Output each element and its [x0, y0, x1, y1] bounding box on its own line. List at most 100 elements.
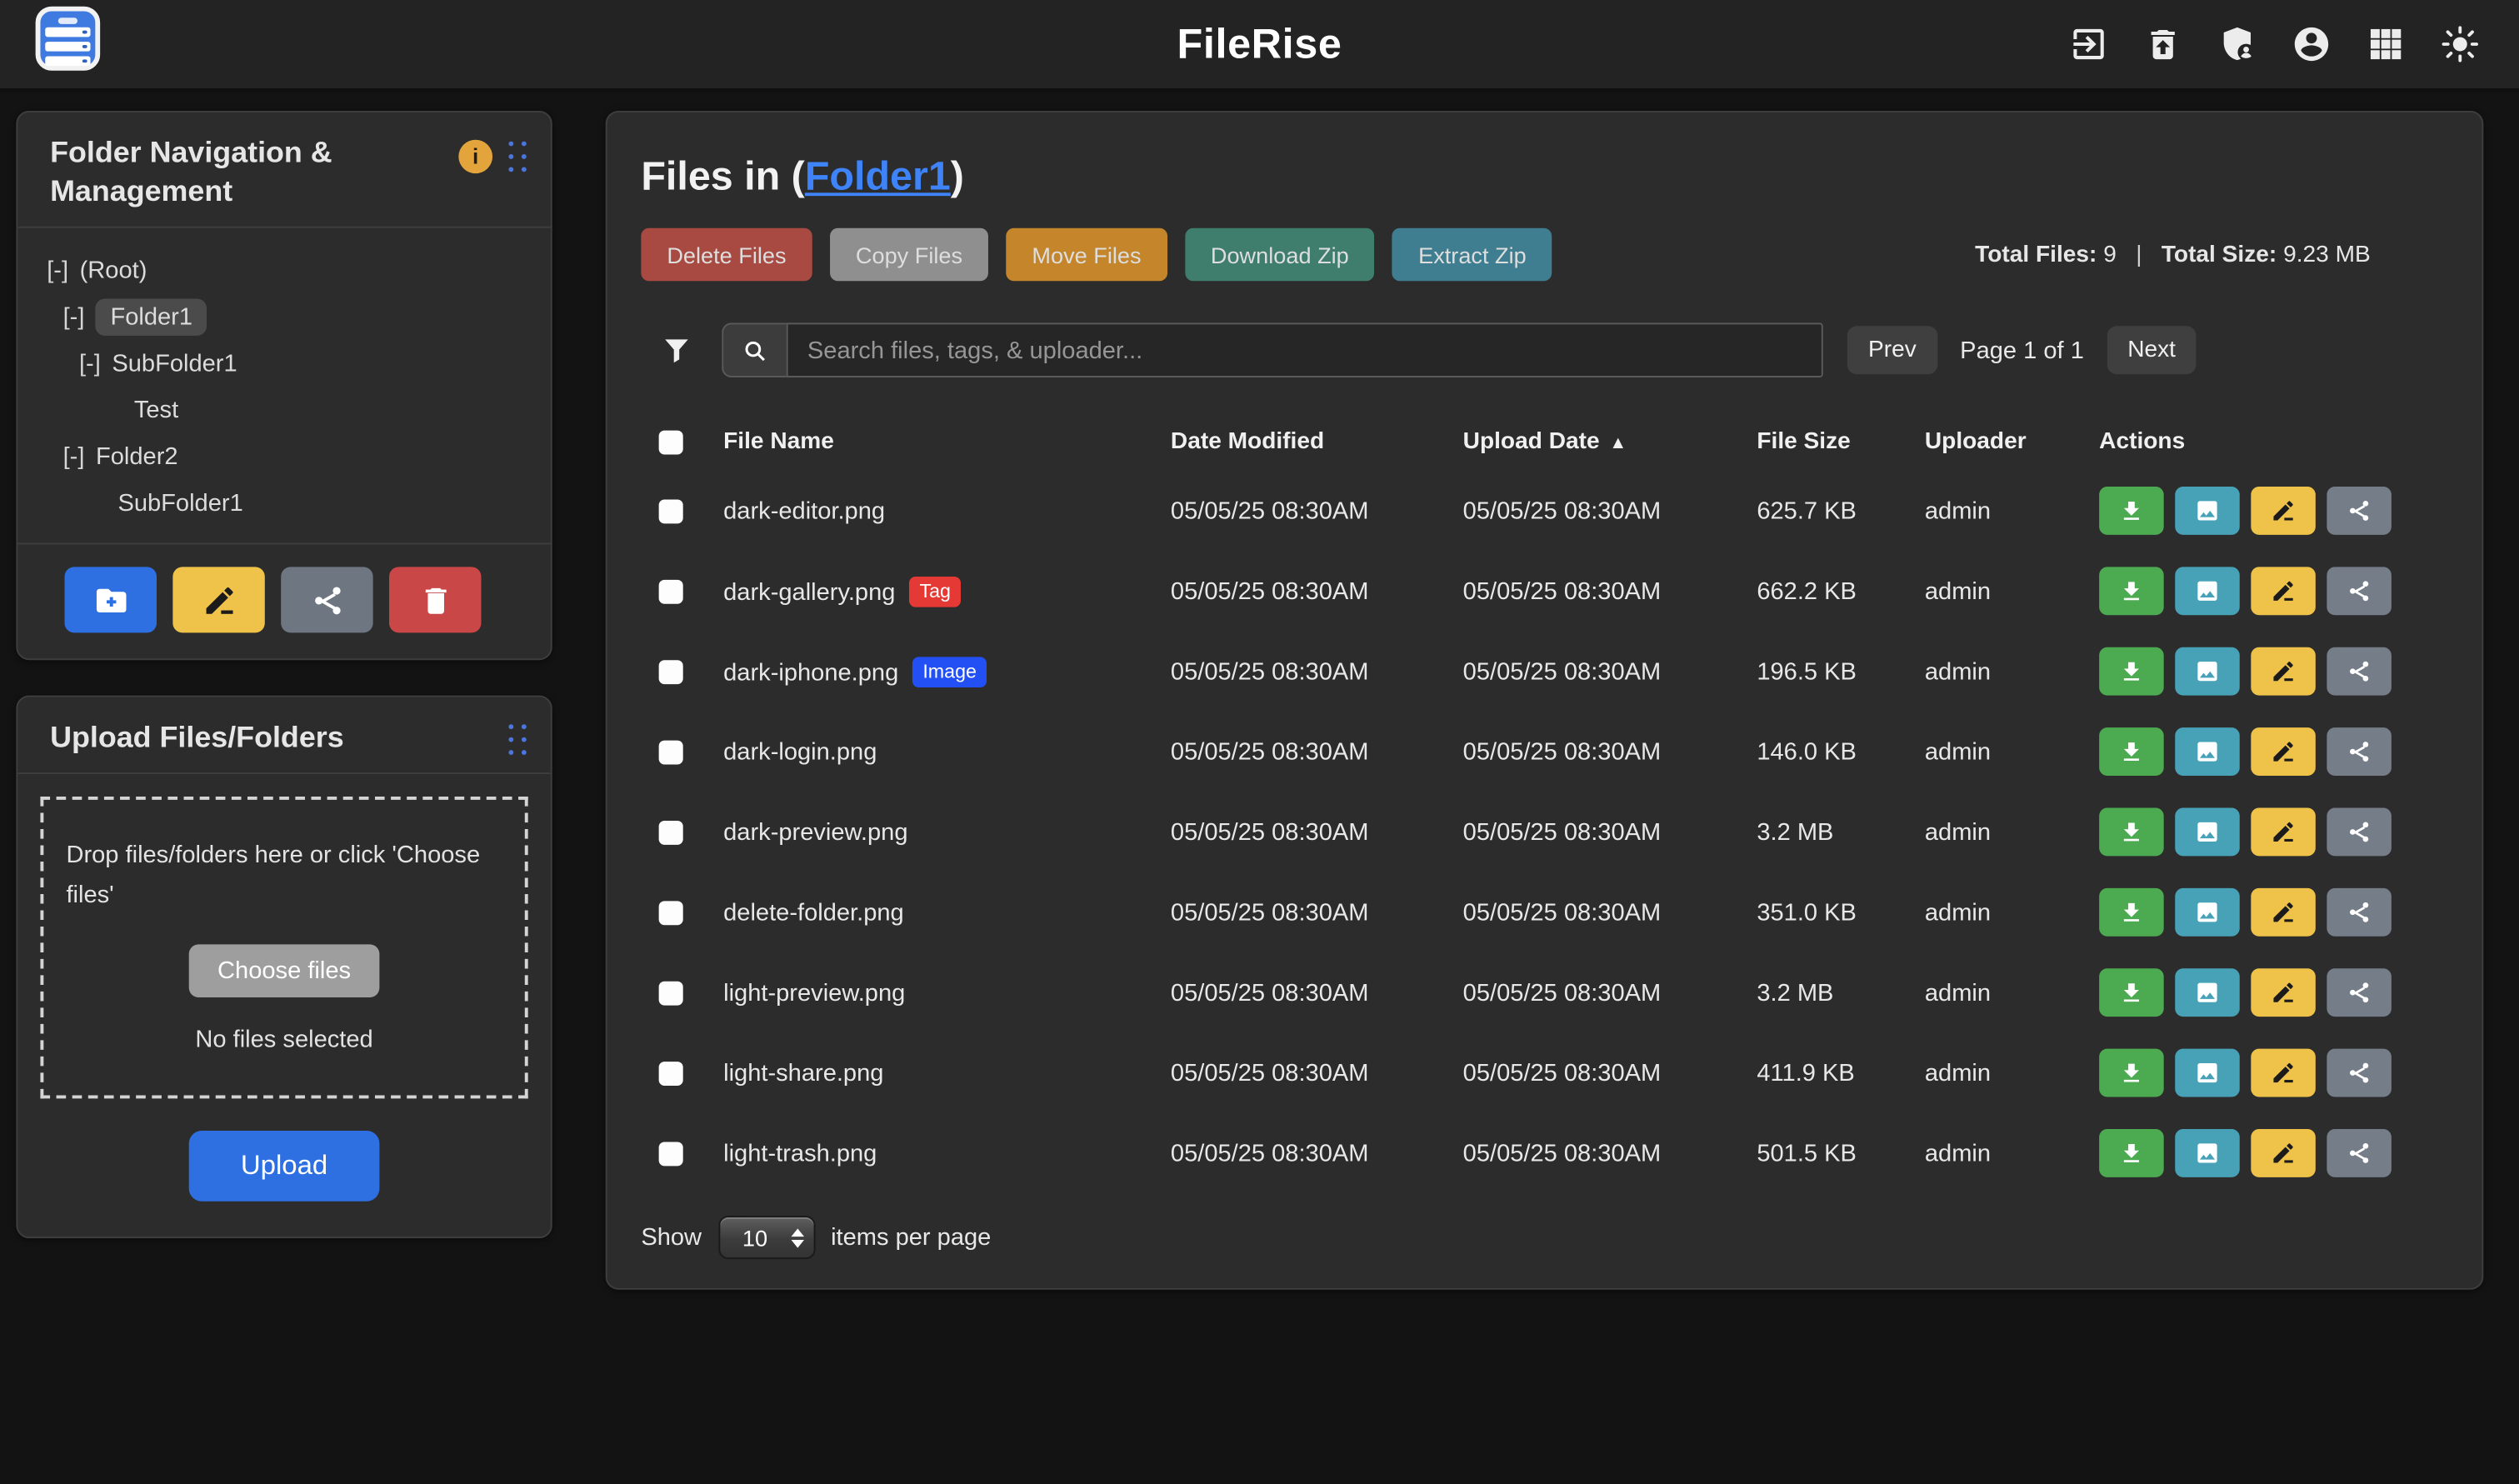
tree-item[interactable]: Test — [34, 387, 535, 434]
apps-grid-icon[interactable] — [2366, 24, 2406, 64]
restore-trash-icon[interactable] — [2142, 24, 2182, 64]
row-checkbox[interactable] — [659, 1141, 683, 1165]
rename-file-button[interactable] — [2251, 968, 2316, 1017]
preview-image-button[interactable] — [2175, 808, 2240, 857]
file-name[interactable]: light-preview.png — [723, 979, 905, 1007]
items-per-page-select[interactable]: 10 — [717, 1216, 814, 1259]
preview-image-button[interactable] — [2175, 888, 2240, 937]
extract-zip-button[interactable]: Extract Zip — [1392, 228, 1552, 282]
search-input[interactable] — [787, 322, 1823, 377]
tree-label[interactable]: SubFolder1 — [112, 350, 237, 377]
download-file-button[interactable] — [2099, 567, 2164, 615]
share-file-button[interactable] — [2327, 567, 2392, 615]
share-file-button[interactable] — [2327, 808, 2392, 857]
file-name[interactable]: dark-editor.png — [723, 497, 885, 525]
rename-file-button[interactable] — [2251, 808, 2316, 857]
preview-image-button[interactable] — [2175, 487, 2240, 535]
rename-file-button[interactable] — [2251, 888, 2316, 937]
row-checkbox[interactable] — [659, 740, 683, 764]
select-all-checkbox[interactable] — [659, 430, 683, 454]
tree-item[interactable]: [-] (Root) — [34, 247, 535, 294]
download-file-button[interactable] — [2099, 1049, 2164, 1097]
share-file-button[interactable] — [2327, 647, 2392, 696]
preview-image-button[interactable] — [2175, 1049, 2240, 1097]
row-checkbox[interactable] — [659, 1061, 683, 1085]
tree-toggle[interactable]: [-] — [63, 303, 85, 331]
preview-image-button[interactable] — [2175, 647, 2240, 696]
column-header[interactable]: Actions — [2099, 429, 2448, 455]
search-icon[interactable] — [722, 322, 787, 377]
preview-image-button[interactable] — [2175, 968, 2240, 1017]
move-files-button[interactable]: Move Files — [1006, 228, 1167, 282]
rename-folder-button[interactable] — [172, 567, 264, 632]
download-file-button[interactable] — [2099, 647, 2164, 696]
column-header[interactable]: File Name — [723, 429, 1171, 455]
row-checkbox[interactable] — [659, 659, 683, 683]
tree-item[interactable]: [-] Folder2 — [34, 433, 535, 480]
dropzone[interactable]: Drop files/folders here or click 'Choose… — [40, 797, 527, 1098]
current-folder-link[interactable]: Folder1 — [805, 154, 951, 199]
tree-item[interactable]: [-] SubFolder1 — [34, 341, 535, 387]
row-checkbox[interactable] — [659, 900, 683, 924]
file-name[interactable]: light-trash.png — [723, 1140, 877, 1167]
filter-icon[interactable] — [661, 334, 693, 367]
tree-item[interactable]: SubFolder1 — [34, 480, 535, 527]
rename-file-button[interactable] — [2251, 1129, 2316, 1177]
admin-shield-icon[interactable] — [2217, 24, 2257, 64]
row-checkbox[interactable] — [659, 981, 683, 1005]
preview-image-button[interactable] — [2175, 567, 2240, 615]
tree-label[interactable]: Folder2 — [96, 443, 178, 471]
share-file-button[interactable] — [2327, 1049, 2392, 1097]
create-folder-button[interactable] — [65, 567, 157, 632]
rename-file-button[interactable] — [2251, 1049, 2316, 1097]
upload-button[interactable]: Upload — [189, 1131, 379, 1202]
download-file-button[interactable] — [2099, 727, 2164, 776]
rename-file-button[interactable] — [2251, 647, 2316, 696]
file-name[interactable]: dark-iphone.png — [723, 658, 898, 686]
info-icon[interactable]: i — [458, 140, 492, 173]
tree-toggle[interactable]: [-] — [63, 443, 85, 471]
exit-to-app-icon[interactable] — [2068, 24, 2108, 64]
tree-toggle[interactable]: [-] — [79, 350, 101, 377]
download-file-button[interactable] — [2099, 808, 2164, 857]
rename-file-button[interactable] — [2251, 487, 2316, 535]
theme-sun-icon[interactable] — [2440, 24, 2480, 64]
download-file-button[interactable] — [2099, 1129, 2164, 1177]
share-file-button[interactable] — [2327, 487, 2392, 535]
tree-label[interactable]: Test — [134, 397, 178, 424]
tree-label[interactable]: SubFolder1 — [117, 490, 242, 517]
file-name[interactable]: dark-preview.png — [723, 818, 907, 846]
drag-handle-icon[interactable] — [508, 724, 527, 757]
column-header[interactable]: Uploader — [1925, 429, 2099, 455]
tree-item[interactable]: [-] Folder1 — [34, 294, 535, 341]
app-logo-icon[interactable] — [36, 7, 101, 71]
file-name[interactable]: delete-folder.png — [723, 898, 904, 926]
next-page-button[interactable]: Next — [2107, 326, 2197, 374]
drag-handle-icon[interactable] — [508, 141, 527, 173]
delete-files-button[interactable]: Delete Files — [641, 228, 812, 282]
preview-image-button[interactable] — [2175, 1129, 2240, 1177]
prev-page-button[interactable]: Prev — [1847, 326, 1937, 374]
rename-file-button[interactable] — [2251, 567, 2316, 615]
tree-label[interactable]: (Root) — [80, 257, 147, 284]
download-file-button[interactable] — [2099, 968, 2164, 1017]
column-header[interactable]: Date Modified — [1171, 429, 1463, 455]
preview-image-button[interactable] — [2175, 727, 2240, 776]
tree-label-selected[interactable]: Folder1 — [96, 299, 207, 336]
column-header[interactable]: Upload Date▲ — [1463, 429, 1757, 455]
share-folder-button[interactable] — [281, 567, 372, 632]
share-file-button[interactable] — [2327, 727, 2392, 776]
delete-folder-button[interactable] — [389, 567, 481, 632]
row-checkbox[interactable] — [659, 498, 683, 522]
download-file-button[interactable] — [2099, 487, 2164, 535]
rename-file-button[interactable] — [2251, 727, 2316, 776]
download-zip-button[interactable]: Download Zip — [1185, 228, 1375, 282]
tree-toggle[interactable]: [-] — [47, 257, 68, 284]
file-name[interactable]: dark-gallery.png — [723, 578, 895, 606]
column-header[interactable]: File Size — [1757, 429, 1925, 455]
row-checkbox[interactable] — [659, 579, 683, 603]
share-file-button[interactable] — [2327, 888, 2392, 937]
download-file-button[interactable] — [2099, 888, 2164, 937]
file-name[interactable]: light-share.png — [723, 1059, 883, 1087]
file-name[interactable]: dark-login.png — [723, 738, 877, 766]
